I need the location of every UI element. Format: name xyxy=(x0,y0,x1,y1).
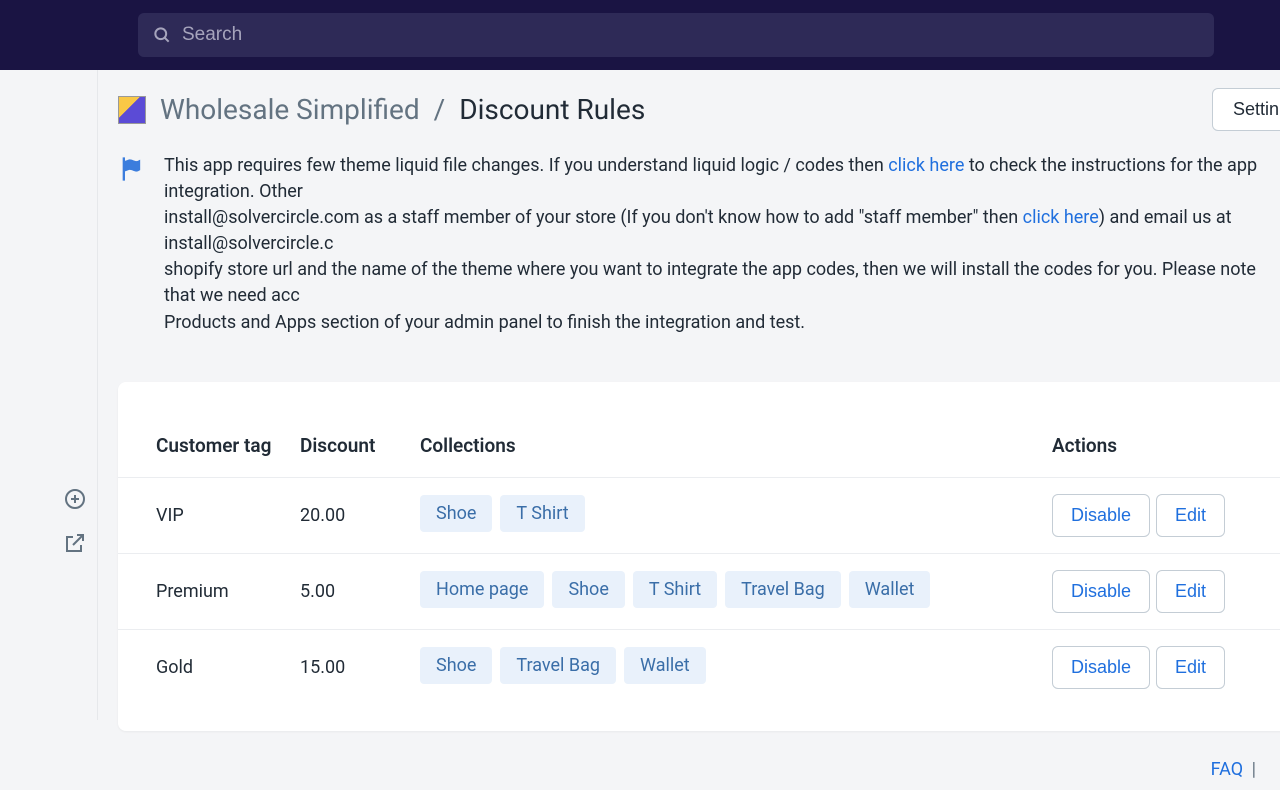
table-row: VIP20.00ShoeT ShirtDisableEdit xyxy=(118,477,1280,553)
footer-links: FAQ | xyxy=(118,731,1280,790)
table-row: Gold15.00ShoeTravel BagWalletDisableEdit xyxy=(118,629,1280,705)
th-discount: Discount xyxy=(288,434,408,478)
top-bar xyxy=(0,0,1280,70)
cell-collections: Home pageShoeT ShirtTravel BagWallet xyxy=(408,553,1040,629)
breadcrumb: Wholesale Simplified / Discount Rules Se… xyxy=(118,88,1280,131)
cell-discount: 5.00 xyxy=(288,553,408,629)
flag-icon xyxy=(118,155,146,183)
collection-tag[interactable]: Wallet xyxy=(849,571,931,608)
banner-text-6: Products and Apps section of your admin … xyxy=(164,312,805,333)
cell-actions: DisableEdit xyxy=(1040,477,1280,553)
disable-button[interactable]: Disable xyxy=(1052,494,1150,537)
collection-tag[interactable]: Shoe xyxy=(420,495,492,532)
cell-actions: DisableEdit xyxy=(1040,629,1280,705)
cell-discount: 15.00 xyxy=(288,629,408,705)
edit-button[interactable]: Edit xyxy=(1156,494,1225,537)
banner-text-1: This app requires few theme liquid file … xyxy=(164,155,888,176)
info-banner: This app requires few theme liquid file … xyxy=(118,153,1280,362)
collection-tag[interactable]: Home page xyxy=(420,571,544,608)
cell-customer-tag: VIP xyxy=(118,477,288,553)
th-collections: Collections xyxy=(408,434,1040,478)
breadcrumb-separator: / xyxy=(434,93,446,126)
search-input[interactable] xyxy=(182,24,1200,46)
edit-button[interactable]: Edit xyxy=(1156,646,1225,689)
collection-tag[interactable]: T Shirt xyxy=(500,495,584,532)
cell-collections: ShoeT Shirt xyxy=(408,477,1040,553)
instructions-link[interactable]: click here xyxy=(888,155,964,176)
cell-customer-tag: Gold xyxy=(118,629,288,705)
add-icon[interactable] xyxy=(63,487,87,515)
info-text: This app requires few theme liquid file … xyxy=(164,153,1280,336)
search-box[interactable] xyxy=(138,13,1214,57)
external-link-icon[interactable] xyxy=(63,531,87,559)
banner-text-5: shopify store url and the name of the th… xyxy=(164,259,1256,306)
collection-tag[interactable]: Wallet xyxy=(624,647,706,684)
footer-sep: | xyxy=(1252,759,1256,780)
banner-text-3: install@solvercircle.com as a staff memb… xyxy=(164,207,1023,228)
collection-tag[interactable]: Travel Bag xyxy=(500,647,616,684)
rules-table: Customer tag Discount Collections Action… xyxy=(118,434,1280,705)
table-row: Premium5.00Home pageShoeT ShirtTravel Ba… xyxy=(118,553,1280,629)
th-actions: Actions xyxy=(1040,434,1280,478)
collection-tag[interactable]: T Shirt xyxy=(633,571,717,608)
collection-tag[interactable]: Shoe xyxy=(420,647,492,684)
cell-actions: DisableEdit xyxy=(1040,553,1280,629)
rules-card: Customer tag Discount Collections Action… xyxy=(118,382,1280,731)
cell-discount: 20.00 xyxy=(288,477,408,553)
faq-link[interactable]: FAQ xyxy=(1211,759,1243,780)
page-title: Discount Rules xyxy=(459,93,645,126)
disable-button[interactable]: Disable xyxy=(1052,570,1150,613)
collection-tag[interactable]: Travel Bag xyxy=(725,571,841,608)
cell-customer-tag: Premium xyxy=(118,553,288,629)
edit-button[interactable]: Edit xyxy=(1156,570,1225,613)
app-icon xyxy=(118,96,146,124)
disable-button[interactable]: Disable xyxy=(1052,646,1150,689)
left-sidebar xyxy=(0,70,98,720)
staff-member-link[interactable]: click here xyxy=(1023,207,1099,228)
search-icon xyxy=(152,25,172,45)
settings-button[interactable]: Settin xyxy=(1212,88,1280,131)
collection-tag[interactable]: Shoe xyxy=(552,571,624,608)
th-customer-tag: Customer tag xyxy=(118,434,288,478)
breadcrumb-app[interactable]: Wholesale Simplified xyxy=(160,93,420,126)
cell-collections: ShoeTravel BagWallet xyxy=(408,629,1040,705)
